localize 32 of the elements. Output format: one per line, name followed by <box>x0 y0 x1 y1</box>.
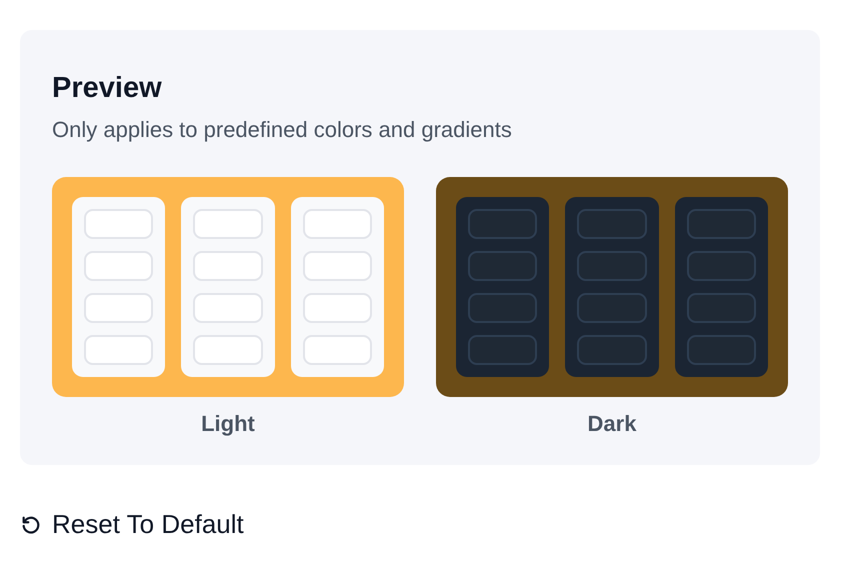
panel-subtitle: Only applies to predefined colors and gradients <box>52 117 513 143</box>
row-mockup <box>302 209 372 239</box>
row-mockup <box>193 293 263 323</box>
row-mockup <box>84 251 154 281</box>
row-mockup <box>468 293 538 323</box>
panel-title: Preview <box>52 72 163 105</box>
reset-icon <box>20 514 42 536</box>
row-mockup <box>686 293 756 323</box>
row-mockup <box>686 209 756 239</box>
reset-button[interactable]: Reset To Default <box>20 509 244 540</box>
row-mockup <box>84 209 154 239</box>
row-mockup <box>193 335 263 365</box>
row-mockup <box>302 335 372 365</box>
row-mockup <box>686 251 756 281</box>
theme-preview[interactable] <box>436 177 788 397</box>
row-mockup <box>577 293 647 323</box>
theme-label: Dark <box>588 411 636 437</box>
row-mockup <box>84 335 154 365</box>
row-mockup <box>193 209 263 239</box>
row-mockup <box>577 251 647 281</box>
row-mockup <box>468 209 538 239</box>
row-mockup <box>84 293 154 323</box>
row-mockup <box>686 335 756 365</box>
row-mockup <box>302 293 372 323</box>
row-mockup <box>577 335 647 365</box>
row-mockup <box>193 251 263 281</box>
theme-label: Light <box>201 411 255 437</box>
theme-preview[interactable] <box>52 177 404 397</box>
row-mockup <box>468 335 538 365</box>
row-mockup <box>302 251 372 281</box>
row-mockup <box>468 251 538 281</box>
row-mockup <box>577 209 647 239</box>
